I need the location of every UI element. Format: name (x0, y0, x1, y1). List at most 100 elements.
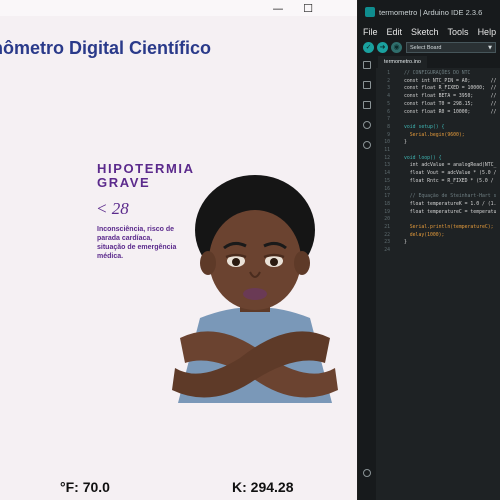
code-text: Serial.println(temperatureC); (404, 225, 494, 230)
menu-tools[interactable]: Tools (443, 22, 473, 40)
kelvin-readout: K: 294.28 (232, 479, 294, 495)
code-text: // CONFIGURAÇÕES DO NTC (404, 71, 471, 76)
shivering-child-illustration (172, 175, 338, 403)
code-text: float Rntc = R_FIXED * (5.0 / (404, 178, 494, 184)
debug-panel-icon[interactable] (363, 121, 371, 129)
code-line: 15 float Rntc = R_FIXED * (5.0 / (376, 178, 500, 186)
file-tab-termometro[interactable]: termometro.ino (378, 56, 427, 68)
maximize-button[interactable]: ☐ (294, 0, 322, 16)
code-line: 17 // Equação de Steinhart-Hart s (376, 193, 500, 201)
code-text: float temperatureK = 1.0 / (1. (404, 201, 497, 207)
menu-help[interactable]: Help (473, 22, 500, 40)
app-title: hômetro Digital Científico (0, 38, 212, 58)
code-line: 20 (376, 216, 500, 224)
line-number: 9 (387, 132, 390, 138)
ide-sidebar (358, 56, 376, 500)
code-line: 11 (376, 147, 500, 155)
arrow-right-icon: ➜ (379, 43, 386, 51)
code-line: 21 Serial.println(temperatureC); (376, 224, 500, 232)
code-text: void loop() { (404, 155, 442, 161)
line-number: 13 (384, 163, 390, 169)
code-line: 9 Serial.begin(9600); (376, 132, 500, 140)
line-number: 3 (387, 86, 390, 92)
code-text: const int NTC_PIN = A0; // (404, 78, 497, 84)
line-number: 23 (384, 240, 390, 246)
line-number: 12 (384, 155, 390, 161)
code-line: 5 const float T0 = 298.15; // (376, 101, 500, 109)
code-line: 12 void loop() { (376, 155, 500, 163)
line-number: 21 (384, 225, 390, 230)
code-editor[interactable]: 1 // CONFIGURAÇÕES DO NTC 2 const int NTC_… (376, 68, 500, 500)
line-number: 22 (384, 232, 390, 238)
arduino-logo-icon (365, 7, 375, 17)
line-number: 4 (387, 94, 390, 100)
line-number: 15 (384, 178, 390, 184)
search-icon[interactable] (363, 141, 371, 149)
user-account-icon[interactable] (363, 469, 371, 477)
line-number: 20 (384, 217, 390, 223)
ide-toolbar: ✓ ➜ ◉ Select Board ▼ (358, 40, 500, 56)
board-select-dropdown[interactable]: Select Board ▼ (406, 42, 496, 53)
code-line: 10} (376, 139, 500, 147)
board-select-label: Select Board (410, 45, 442, 51)
temperature-range-label: < 28 (96, 199, 129, 218)
code-text: } (404, 140, 407, 146)
board-manager-icon[interactable] (363, 81, 371, 89)
line-number: 16 (384, 186, 390, 192)
code-text: int adcValue = analogRead(NTC_ (404, 163, 497, 169)
line-number: 19 (384, 209, 390, 215)
code-line: 1 // CONFIGURAÇÕES DO NTC (376, 70, 500, 78)
line-number: 7 (387, 117, 390, 123)
code-text: void setup() { (404, 124, 445, 130)
menu-edit[interactable]: Edit (382, 22, 407, 40)
window-titlebar: — ☐ (0, 0, 357, 16)
code-line: 18 float temperatureK = 1.0 / (1. (376, 201, 500, 209)
line-number: 18 (384, 201, 390, 207)
code-text: delay(1000); (404, 232, 445, 238)
code-line: 23} (376, 239, 500, 247)
code-line: 2 const int NTC_PIN = A0; // (376, 78, 500, 86)
line-number: 1 (387, 71, 390, 76)
code-line: 3 const float R_FIXED = 10000; // (376, 85, 500, 93)
line-number: 10 (384, 140, 390, 146)
menu-sketch[interactable]: Sketch (406, 22, 443, 40)
line-number: 8 (387, 124, 390, 130)
code-text: float Vout = adcValue * (5.0 / (404, 171, 497, 177)
ide-window-title: termometro | Arduino IDE 2.3.6 (379, 8, 483, 17)
code-text: Serial.begin(9600); (404, 132, 465, 138)
line-number: 6 (387, 109, 390, 115)
ide-menubar: File Edit Sketch Tools Help (358, 22, 500, 40)
debug-button[interactable]: ◉ (391, 42, 402, 53)
folder-icon[interactable] (363, 61, 371, 69)
arduino-ide-window: termometro | Arduino IDE 2.3.6 File Edit… (358, 0, 500, 500)
line-number: 24 (384, 248, 390, 254)
verify-button[interactable]: ✓ (363, 42, 374, 53)
library-manager-icon[interactable] (363, 101, 371, 109)
menu-file[interactable]: File (358, 22, 382, 40)
code-line: 4 const float BETA = 3950; // (376, 93, 500, 101)
code-text: const float R_FIXED = 10000; // (404, 86, 497, 92)
line-number: 14 (384, 171, 390, 177)
code-text: const float BETA = 3950; // (404, 94, 497, 100)
ide-tabbar: termometro.ino (376, 56, 500, 68)
code-line: 19 float temperatureC = temperatu (376, 209, 500, 217)
thermometer-app-window: — ☐ hômetro Digital Científico HIPOTERMI… (0, 0, 357, 500)
code-text: const float R0 = 10000; // (404, 109, 497, 115)
line-number: 2 (387, 78, 390, 84)
code-line: 16 (376, 186, 500, 194)
code-text: float temperatureC = temperatu (404, 209, 497, 215)
line-number: 5 (387, 101, 390, 107)
line-number: 11 (384, 148, 390, 153)
minimize-button[interactable]: — (264, 0, 292, 16)
code-line: 22 delay(1000); (376, 232, 500, 240)
code-text: // Equação de Steinhart-Hart s (404, 194, 497, 200)
code-line: 6 const float R0 = 10000; // (376, 109, 500, 117)
code-text: } (404, 240, 407, 246)
code-text: const float T0 = 298.15; // (404, 101, 497, 107)
line-number: 17 (384, 194, 390, 200)
debug-icon: ◉ (393, 43, 400, 51)
upload-button[interactable]: ➜ (377, 42, 388, 53)
code-line: 13 int adcValue = analogRead(NTC_ (376, 162, 500, 170)
fahrenheit-readout: °F: 70.0 (60, 479, 110, 495)
code-line: 14 float Vout = adcValue * (5.0 / (376, 170, 500, 178)
